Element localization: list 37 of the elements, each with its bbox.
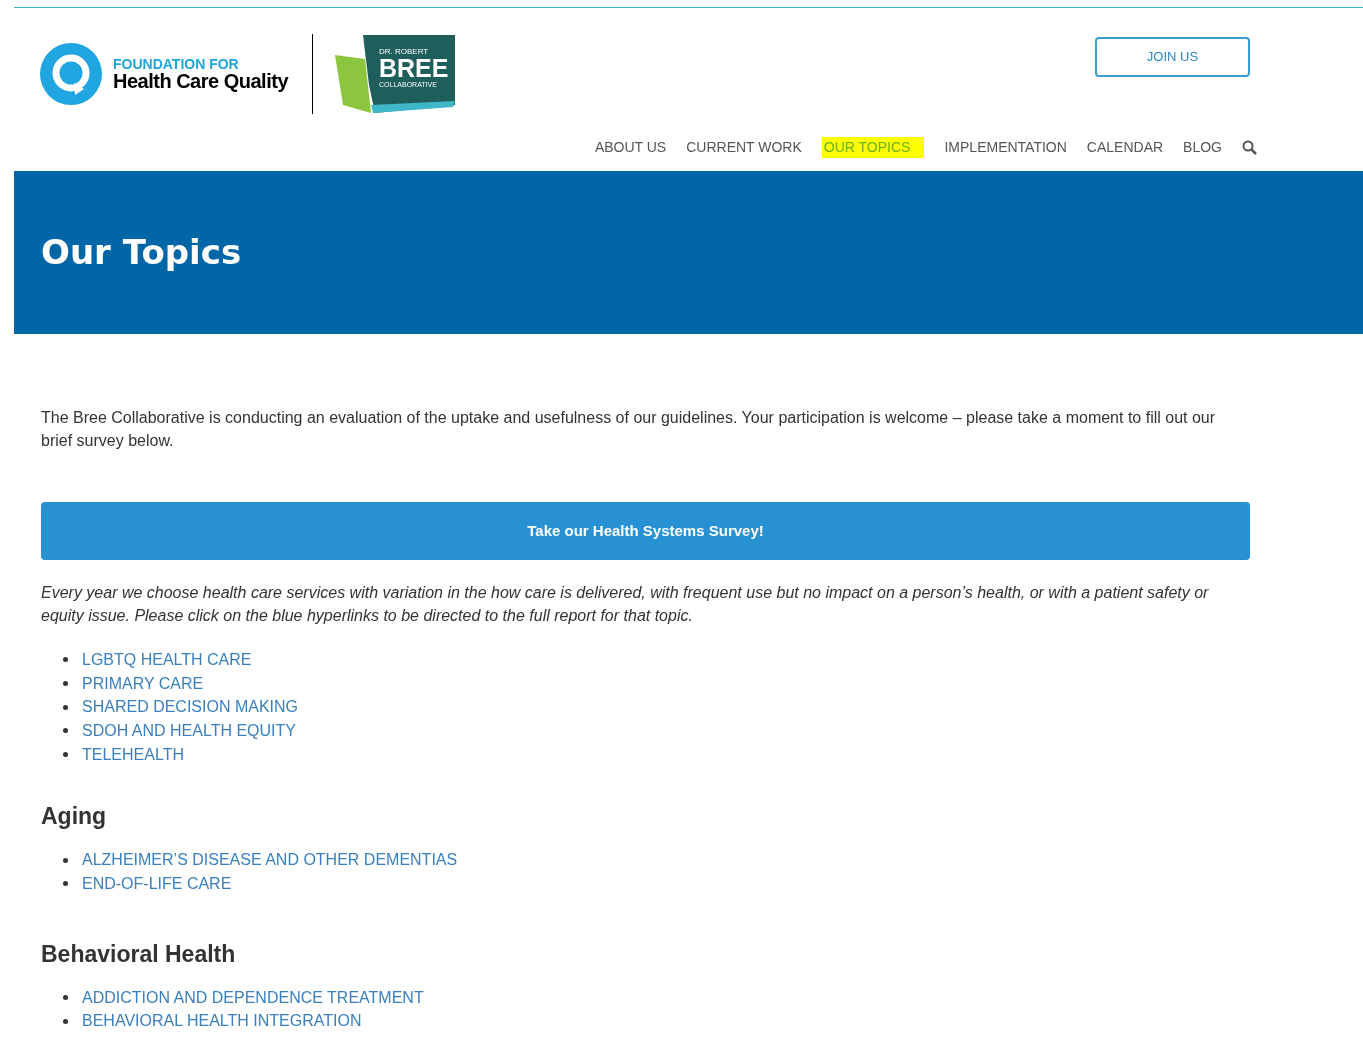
topic-link[interactable]: LGBTQ HEALTH CARE bbox=[82, 647, 252, 672]
bullet-icon bbox=[63, 857, 68, 863]
bullet-icon bbox=[63, 995, 68, 1001]
nav-link[interactable]: OUR TOPICS bbox=[821, 137, 925, 158]
logo-text: BREE bbox=[379, 56, 449, 81]
logo-text: FOUNDATION FOR bbox=[113, 57, 240, 71]
bullet-icon bbox=[63, 752, 68, 758]
search-icon[interactable] bbox=[1242, 140, 1257, 155]
bullet-icon bbox=[63, 1018, 68, 1024]
bullet-icon bbox=[63, 704, 68, 710]
section-heading: Aging bbox=[41, 802, 108, 831]
section-heading: Behavioral Health bbox=[41, 939, 237, 968]
topic-link[interactable]: ALZHEIMER’S DISEASE AND OTHER DEMENTIAS bbox=[82, 848, 458, 873]
bullet-icon bbox=[63, 681, 68, 687]
nav-link[interactable]: IMPLEMENTATION bbox=[944, 137, 1067, 158]
bullet-icon bbox=[63, 728, 68, 734]
page-title: Our Topics bbox=[41, 231, 242, 274]
topic-link[interactable]: TELEHEALTH bbox=[82, 742, 184, 767]
bullet-icon bbox=[63, 881, 68, 887]
topic-link[interactable]: SDOH AND HEALTH EQUITY bbox=[82, 718, 296, 743]
intro-paragraph: The Bree Collaborative is conducting an evaluation of the uptake and usefulness of our guidelines. Your participation is welcome – please take a moment to fill out our brief survey below. bbox=[41, 408, 1217, 451]
topic-link[interactable]: SHARED DECISION MAKING bbox=[82, 695, 299, 720]
join-button[interactable]: JOIN US bbox=[1095, 37, 1250, 77]
topic-link[interactable]: PRIMARY CARE bbox=[82, 671, 204, 696]
topic-link[interactable]: ADDICTION AND DEPENDENCE TREATMENT bbox=[82, 985, 424, 1010]
logo-text: DR. ROBERT bbox=[379, 48, 430, 56]
nav-link[interactable]: BLOG bbox=[1183, 137, 1222, 158]
nav-link[interactable]: ABOUT US bbox=[594, 137, 667, 158]
topic-link[interactable]: BEHAVIORAL HEALTH INTEGRATION bbox=[82, 1009, 362, 1034]
survey-button[interactable]: Take our Health Systems Survey! bbox=[41, 502, 1250, 560]
nav-link[interactable]: CALENDAR bbox=[1086, 137, 1164, 158]
note-paragraph: Every year we choose health care services with variation in the how care is delivered, with frequent use but no impact on a person’s health, or with a patient safety or equity issue. Please click on the blue hyperlinks to be directed to the full report for that topic. bbox=[41, 583, 1210, 626]
nav-link[interactable]: CURRENT WORK bbox=[686, 137, 802, 158]
logo-text: Health Care Quality bbox=[113, 71, 288, 91]
bullet-icon bbox=[63, 657, 68, 663]
logo-icon bbox=[40, 43, 102, 105]
topic-link[interactable]: END-OF-LIFE CARE bbox=[82, 871, 232, 896]
